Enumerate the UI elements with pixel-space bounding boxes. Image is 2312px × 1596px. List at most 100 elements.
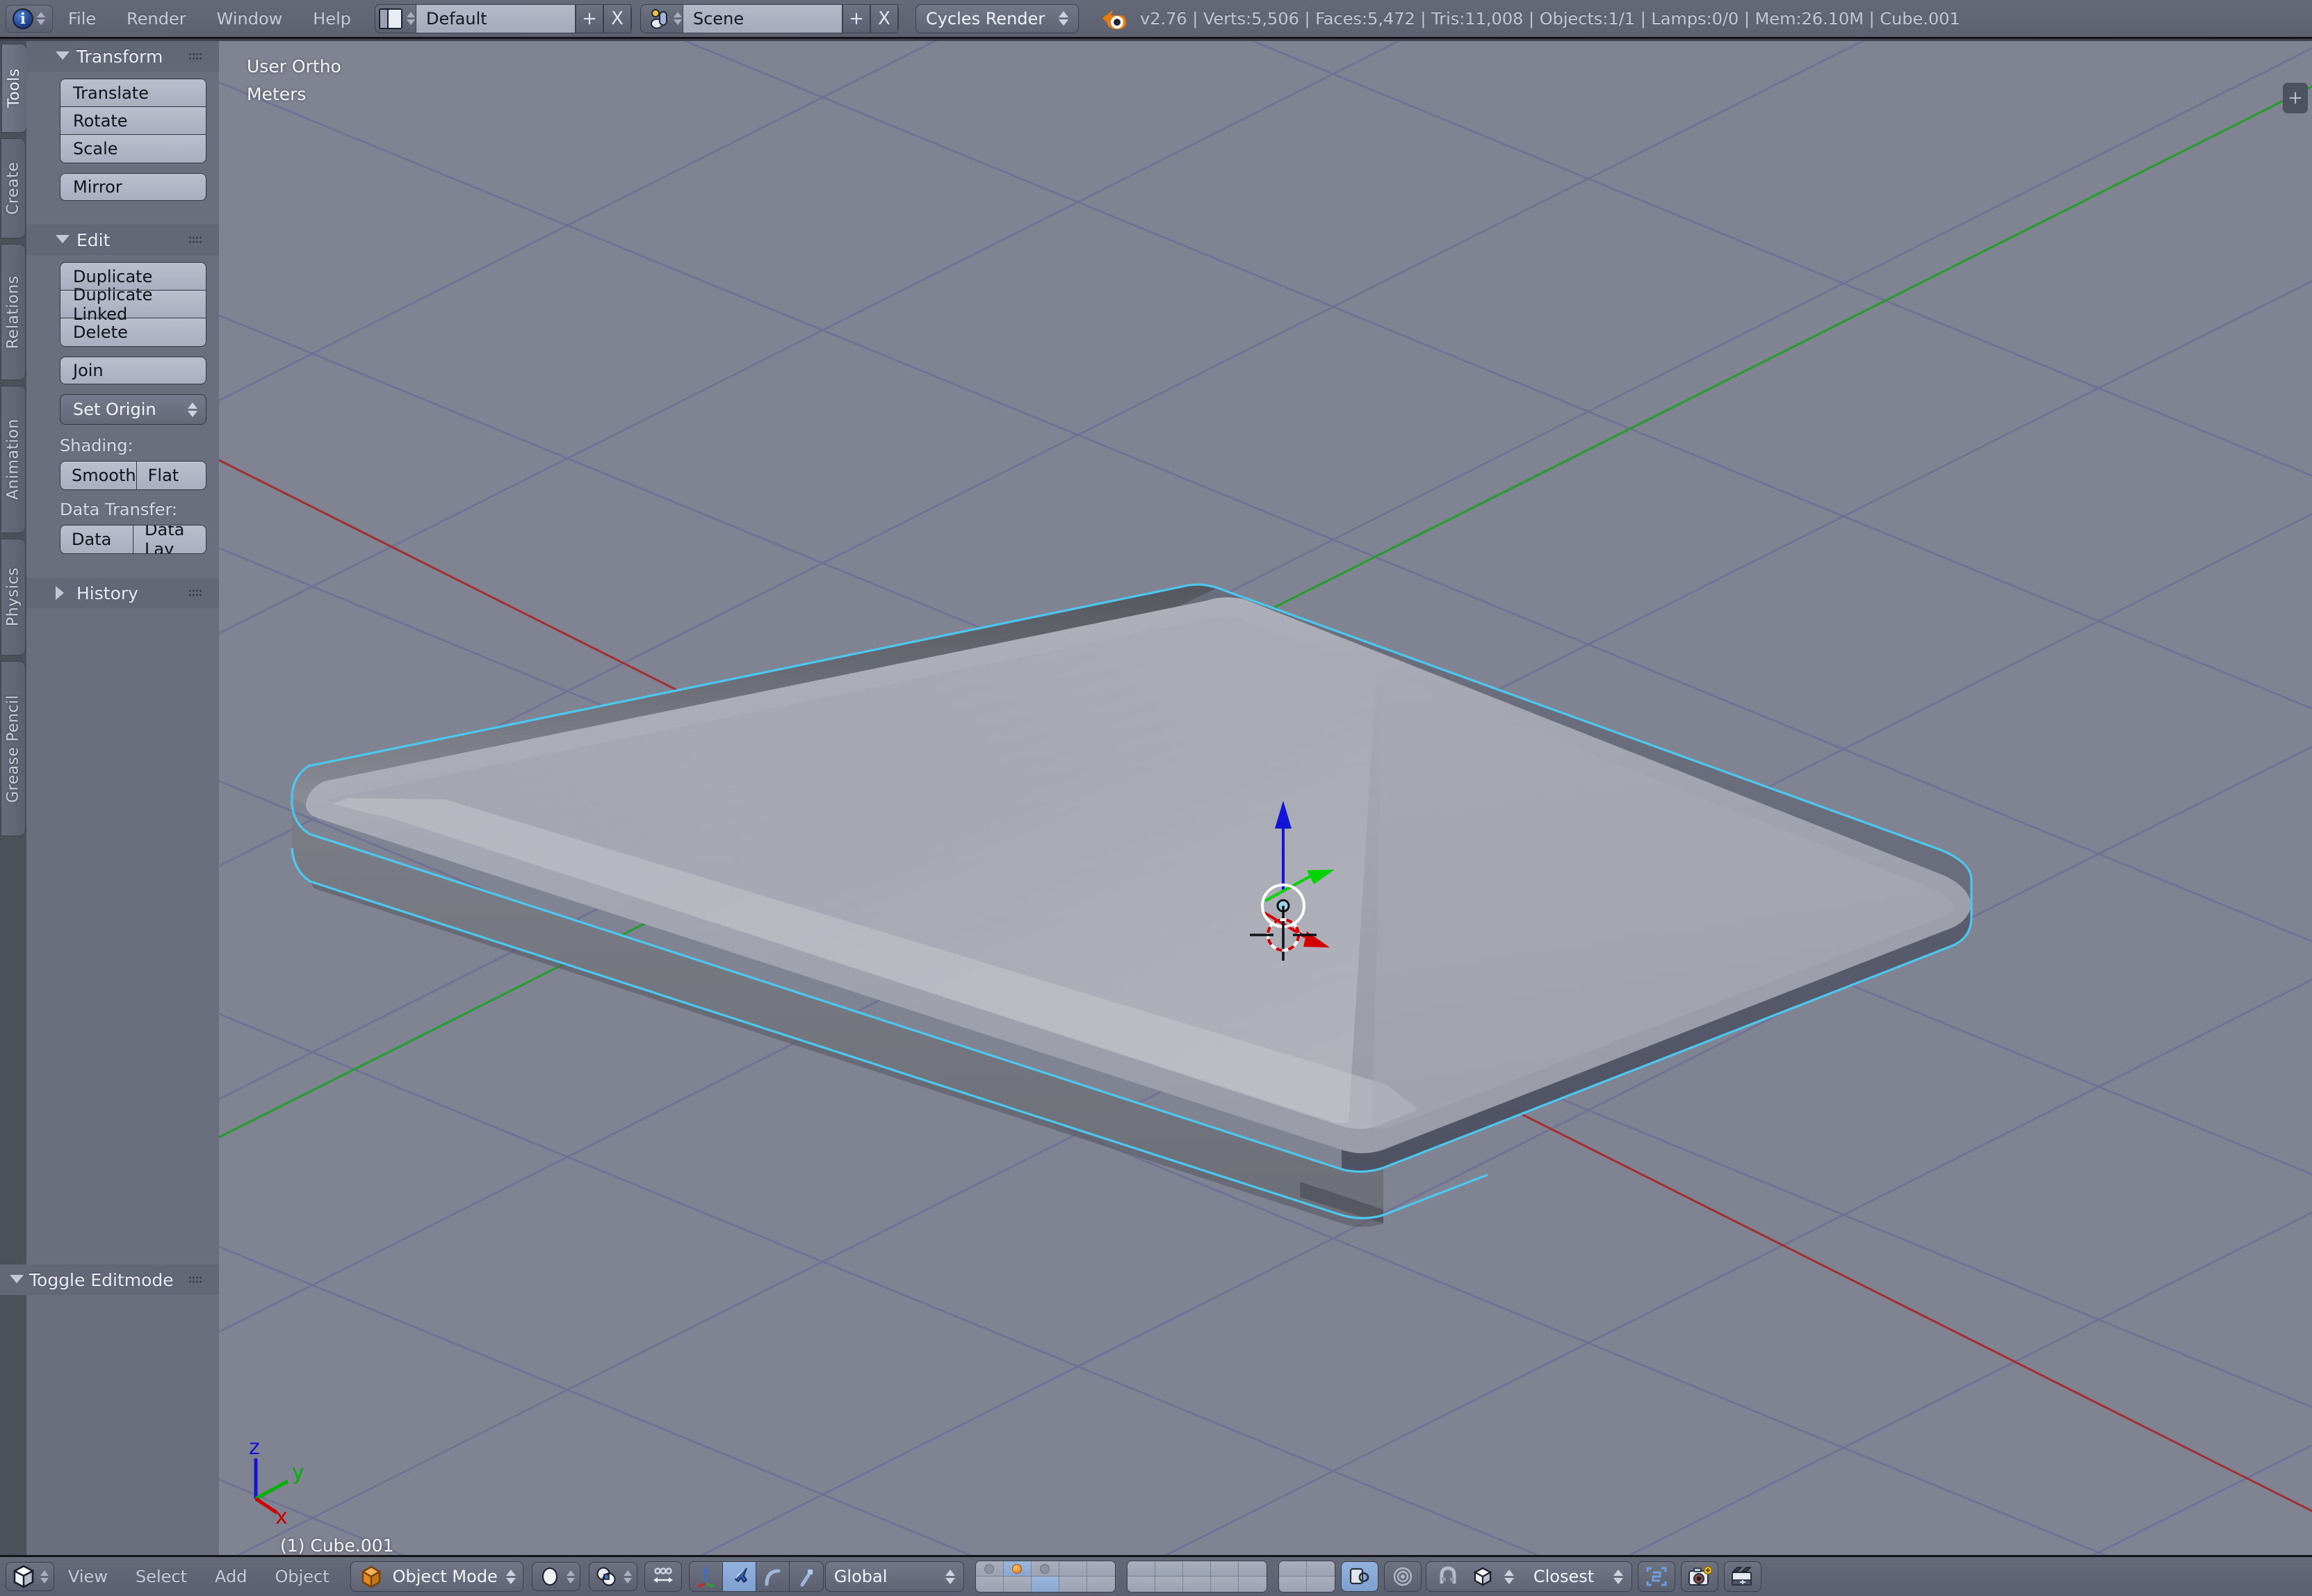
menu-add[interactable]: Add — [201, 1562, 261, 1591]
editor-type-spinner[interactable] — [40, 1570, 49, 1583]
layer-cell[interactable] — [1059, 1577, 1087, 1592]
panel-grip-icon[interactable] — [188, 236, 202, 244]
mirror-button[interactable]: Mirror — [60, 173, 206, 201]
pivot-point-select[interactable] — [588, 1562, 637, 1591]
scene-name[interactable]: Scene — [682, 3, 842, 33]
panel-grip-icon[interactable] — [188, 52, 202, 60]
add-scene-button[interactable]: + — [842, 3, 870, 33]
render-animation-button[interactable] — [1724, 1561, 1762, 1592]
menu-object[interactable]: Object — [261, 1562, 343, 1591]
panel-grip-icon[interactable] — [188, 1276, 202, 1284]
viewport-collapse-handle[interactable]: + — [2283, 83, 2308, 113]
manipulator-extra-button[interactable] — [789, 1562, 823, 1591]
snap-transform-button[interactable] — [1638, 1561, 1676, 1592]
proportional-edit-button[interactable] — [1383, 1561, 1422, 1592]
mini-axis-label-z: z — [249, 1435, 260, 1460]
manipulator-icon — [653, 1568, 673, 1583]
layer-cell[interactable] — [1086, 1577, 1115, 1592]
layer-cell[interactable] — [975, 1577, 1004, 1592]
render-button[interactable] — [1681, 1561, 1719, 1592]
menu-select[interactable]: Select — [122, 1562, 201, 1591]
rotate-button[interactable]: Rotate — [60, 107, 206, 135]
rotate-gizmo-icon — [734, 1568, 748, 1583]
layer-cell[interactable] — [1238, 1577, 1267, 1592]
pivot-point-spinner[interactable] — [623, 1570, 633, 1583]
menu-view[interactable]: View — [54, 1562, 122, 1591]
layer-cell[interactable] — [1306, 1561, 1335, 1577]
menu-help[interactable]: Help — [298, 5, 366, 33]
manipulator-translate-button[interactable] — [689, 1562, 723, 1591]
tab-animation[interactable]: Animation — [1, 386, 26, 533]
snap-element-spinner[interactable] — [1504, 1569, 1514, 1584]
translate-button[interactable]: Translate — [60, 79, 206, 107]
layer-cell[interactable] — [1306, 1577, 1335, 1592]
layer-cell[interactable] — [1278, 1561, 1307, 1577]
interaction-mode-chevron-icon — [505, 1569, 516, 1584]
panel-header-toggle-editmode[interactable]: Toggle Editmode — [0, 1264, 219, 1295]
editor-type-switcher-3dview[interactable] — [6, 1562, 54, 1591]
layer-cell[interactable] — [1155, 1577, 1183, 1592]
mini-axis-y — [254, 1479, 289, 1501]
add-screen-layout-button[interactable]: + — [575, 3, 603, 33]
panel-header-transform[interactable]: Transform — [26, 41, 219, 72]
tab-physics[interactable]: Physics — [1, 539, 26, 656]
layer-cell[interactable] — [1127, 1577, 1155, 1592]
tab-grease-pencil[interactable]: Grease Pencil — [1, 661, 26, 836]
translate-gizmo-icon — [697, 1566, 716, 1588]
layer-cell-active[interactable] — [1003, 1561, 1032, 1577]
screen-layout-spinner[interactable] — [406, 12, 416, 25]
mini-axis-gizmo: z y x — [249, 1435, 304, 1529]
viewport-shading-spinner[interactable] — [566, 1570, 576, 1583]
manipulator-toggle-button[interactable] — [644, 1561, 682, 1592]
layer-cell[interactable] — [1059, 1561, 1087, 1577]
menu-window[interactable]: Window — [202, 5, 298, 33]
panel-header-history[interactable]: History — [26, 578, 219, 608]
transfer-data-layout-button[interactable]: Data Lay — [133, 526, 206, 553]
3d-viewport[interactable]: z y x User Ortho Meters (1) Cube.001 + — [219, 41, 2312, 1555]
layer-cell[interactable] — [1003, 1577, 1032, 1592]
tab-relations[interactable]: Relations — [1, 244, 26, 380]
menu-file[interactable]: File — [53, 5, 111, 33]
panel-header-edit[interactable]: Edit — [26, 225, 219, 255]
layer-cell[interactable] — [1210, 1561, 1239, 1577]
delete-screen-layout-button[interactable]: X — [603, 3, 631, 33]
layer-cell[interactable] — [1182, 1577, 1211, 1592]
screen-layout-icon[interactable] — [378, 8, 402, 29]
shade-flat-button[interactable]: Flat — [136, 462, 206, 489]
scale-button[interactable]: Scale — [60, 135, 206, 163]
join-button[interactable]: Join — [60, 357, 206, 384]
screen-layout-name[interactable]: Default — [415, 3, 576, 33]
magnet-icon[interactable] — [1435, 1563, 1461, 1590]
layer-cell[interactable] — [1086, 1561, 1115, 1577]
layer-cell[interactable] — [1031, 1577, 1059, 1592]
editor-type-switcher[interactable]: i — [6, 4, 53, 33]
tab-tools[interactable]: Tools — [1, 44, 27, 133]
render-engine-select[interactable]: Cycles Render — [915, 3, 1079, 33]
panel-grip-icon[interactable] — [188, 589, 202, 597]
layer-cell[interactable] — [1238, 1561, 1267, 1577]
viewport-shading-select[interactable] — [531, 1562, 580, 1591]
delete-scene-button[interactable]: X — [870, 3, 898, 33]
transform-orientation-select[interactable]: Global — [824, 1561, 964, 1592]
scene-spinner[interactable] — [673, 12, 683, 25]
shade-smooth-button[interactable]: Smooth — [60, 462, 137, 489]
layer-cell[interactable] — [975, 1561, 1004, 1577]
set-origin-dropdown[interactable]: Set Origin — [60, 394, 206, 425]
layer-cell[interactable] — [1031, 1561, 1059, 1577]
lock-scene-button[interactable] — [1340, 1561, 1378, 1592]
editor-type-spinner[interactable] — [36, 12, 46, 25]
tab-create[interactable]: Create — [1, 138, 26, 238]
duplicate-linked-button[interactable]: Duplicate Linked — [60, 285, 206, 324]
menu-render[interactable]: Render — [111, 5, 201, 33]
manipulator-rotate-button[interactable] — [722, 1562, 756, 1591]
interaction-mode-select[interactable]: Object Mode — [350, 1561, 523, 1592]
layer-cell[interactable] — [1182, 1561, 1211, 1577]
transfer-data-button[interactable]: Data — [60, 526, 133, 553]
layer-cell[interactable] — [1155, 1561, 1183, 1577]
manipulator-scale-button[interactable] — [756, 1562, 790, 1591]
layer-cell[interactable] — [1278, 1577, 1307, 1592]
snap-vertex-icon[interactable] — [1470, 1563, 1496, 1590]
layer-cell[interactable] — [1127, 1561, 1155, 1577]
viewport-canvas: z y x — [219, 41, 2312, 1555]
layer-cell[interactable] — [1210, 1577, 1239, 1592]
